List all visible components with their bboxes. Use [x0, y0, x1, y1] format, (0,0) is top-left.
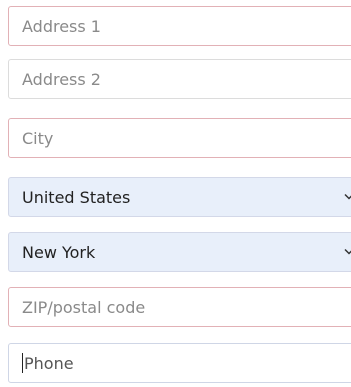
country-select[interactable]: United States — [8, 177, 351, 217]
address2-input[interactable]: Address 2 — [8, 59, 351, 99]
address1-placeholder: Address 1 — [22, 16, 101, 36]
state-select[interactable]: New York — [8, 232, 351, 272]
zip-input[interactable]: ZIP/postal code — [8, 287, 351, 327]
address1-input[interactable]: Address 1 — [8, 6, 351, 46]
city-placeholder: City — [22, 128, 54, 148]
chevron-down-icon — [344, 248, 351, 255]
zip-placeholder: ZIP/postal code — [22, 297, 146, 317]
chevron-down-icon — [344, 193, 351, 200]
text-caret — [22, 353, 23, 373]
city-input[interactable]: City — [8, 118, 351, 158]
address2-placeholder: Address 2 — [22, 69, 101, 89]
state-value: New York — [22, 242, 96, 262]
phone-input[interactable]: Phone — [8, 343, 351, 383]
phone-placeholder: Phone — [24, 353, 74, 373]
country-value: United States — [22, 187, 131, 207]
